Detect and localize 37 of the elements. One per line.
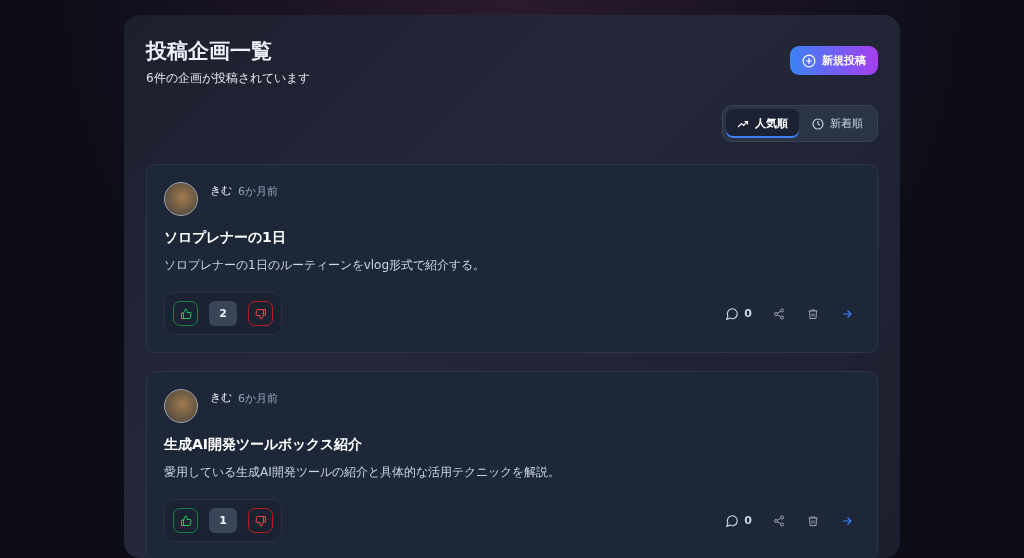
downvote-button[interactable]: [248, 301, 273, 326]
downvote-button[interactable]: [248, 508, 273, 533]
arrow-right-icon: [841, 307, 853, 320]
trash-icon: [807, 514, 819, 527]
post-description: 愛用している生成AI開発ツールの紹介と具体的な活用テクニックを解説。: [164, 464, 561, 481]
share-icon: [773, 307, 785, 320]
post-time: 6か月前: [238, 184, 278, 199]
trash-icon: [807, 307, 819, 320]
upvote-button[interactable]: [173, 301, 198, 326]
vote-count: 2: [209, 301, 237, 326]
upvote-button[interactable]: [173, 508, 198, 533]
arrow-right-icon: [841, 514, 853, 527]
post-description: ソロプレナーの1日のルーティーンをvlog形式で紹介する。: [164, 257, 487, 274]
clock-icon: [812, 117, 824, 130]
share-icon: [773, 514, 785, 527]
new-post-button[interactable]: 新規投稿: [790, 46, 878, 75]
thumbs-up-icon: [179, 514, 192, 527]
page-title: 投稿企画一覧: [146, 38, 273, 65]
post-time: 6か月前: [238, 391, 278, 406]
author-name: きむ: [210, 390, 232, 405]
plus-circle-icon: [802, 53, 816, 68]
sort-tab[interactable]: 人気順: [726, 109, 799, 138]
comment-icon: [725, 513, 740, 528]
thumbs-up-icon: [179, 307, 192, 320]
vote-count: 1: [209, 508, 237, 533]
author-name: きむ: [210, 183, 232, 198]
thumbs-down-icon: [254, 514, 267, 527]
avatar-photo-placeholder: [164, 182, 198, 216]
comment-icon: [725, 306, 740, 321]
post-count-text: 6件の企画が投稿されています: [146, 70, 310, 87]
post-title: ソロプレナーの1日: [164, 229, 287, 247]
comments-button[interactable]: 0: [719, 512, 758, 529]
thumbs-down-icon: [254, 307, 267, 320]
comments-button[interactable]: 0: [719, 305, 758, 322]
avatar-photo-placeholder: [164, 389, 198, 423]
sort-tab[interactable]: 新着順: [801, 109, 874, 138]
post-title: 生成AI開発ツールボックス紹介: [164, 436, 364, 454]
